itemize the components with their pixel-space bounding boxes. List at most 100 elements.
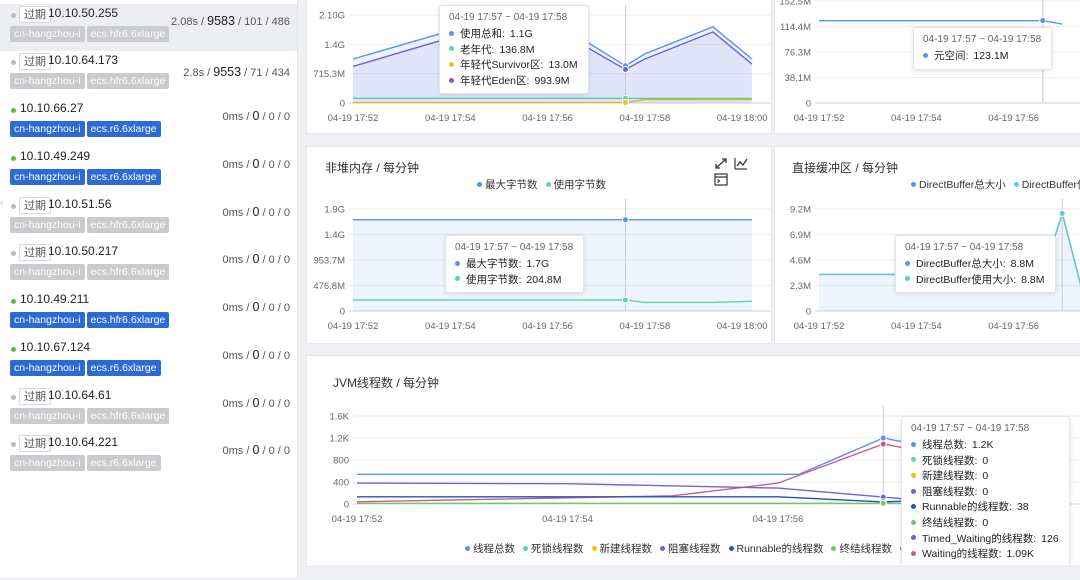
x-tick-label: 04-19 18:00 <box>717 321 768 332</box>
instance-tags: cn-hangzhou-i ecs.hfr6.6xlarge <box>10 217 171 233</box>
instance-tag: cn-hangzhou-i <box>10 73 85 89</box>
status-dot <box>11 204 16 209</box>
error-counts: / 0 / 0 <box>259 445 290 457</box>
heap-memory-panel: 0 715.3M 1.4G 2.10G 04-19 17:52 04-19 17:54 04… <box>306 0 772 134</box>
tooltip-value: 0 <box>982 516 989 529</box>
instance-item[interactable]: 过期 10.10.51.56 cn-hangzhou-i ecs.hfr6.6xlar… <box>0 195 297 242</box>
y-tick-label: 1.4G <box>324 40 345 51</box>
y-tick-label: 1.6K <box>329 412 349 423</box>
chart-toolbar <box>713 157 771 189</box>
instance-tag: cn-hangzhou-i <box>10 264 85 280</box>
tooltip-label: Timed_Waiting的线程数: <box>922 532 1037 545</box>
tooltip-label: Waiting的线程数: <box>922 548 1002 561</box>
instance-item[interactable]: 过期 10.10.64.173 cn-hangzhou-i ecs.hfr6.6xla… <box>0 51 297 98</box>
line-chart-icon[interactable] <box>733 157 749 171</box>
x-tick-label: 04-19 17:54 <box>891 113 942 124</box>
instance-stats: 0ms / 0 / 0 / 0 <box>223 442 290 459</box>
stats-separator: / <box>197 16 208 28</box>
instance-tag: ecs.r6.6xlarge <box>86 455 161 471</box>
tooltip-dot-icon <box>911 519 916 525</box>
status-dot <box>11 395 16 400</box>
instance-tag: ecs.r6.6xlarge <box>86 121 161 137</box>
instance-item[interactable]: 过期 10.10.50.217 cn-hangzhou-i ecs.hfr6.6xla… <box>0 242 297 289</box>
tooltip-row: 元空间: 123.1M <box>923 49 1041 65</box>
instance-list: ‹ 过期 10.10.50.255 cn-hangzhou-i ecs.hfr6.6x… <box>0 0 298 578</box>
instance-item[interactable]: 过期 10.10.64.61 cn-hangzhou-i ecs.hfr6.6xlar… <box>0 386 297 433</box>
tooltip-row: DirectBuffer使用大小: 8.8M <box>905 273 1045 289</box>
tooltip-label: 死锁线程数: <box>922 454 978 467</box>
legend-item[interactable]: 新建线程数 <box>591 541 652 556</box>
tooltip-row: 年轻代Eden区: 993.9M <box>449 74 578 90</box>
hover-marker <box>621 65 629 73</box>
x-tick-label: 04-19 17:52 <box>794 321 845 332</box>
tooltip-row: 新建线程数: 0 <box>911 469 1059 485</box>
legend-item[interactable]: Runnable的线程数 <box>728 541 823 556</box>
instance-stats: 0ms / 0 / 0 / 0 <box>223 204 290 221</box>
instance-ip: 10.10.64.173 <box>48 53 119 67</box>
instance-item[interactable]: 10.10.67.124 cn-hangzhou-i ecs.r6.6xlarge 0… <box>0 338 297 385</box>
error-counts: / 101 / 486 <box>234 16 290 28</box>
y-tick-label: 152.5M <box>779 0 811 8</box>
x-tick-label: 04-19 17:54 <box>891 321 942 332</box>
tooltip-label: 使用字节数: <box>466 273 522 286</box>
legend-item[interactable]: 线程总数 <box>465 541 515 556</box>
instance-item[interactable]: 过期 10.10.64.221 cn-hangzhou-i ecs.r6.6xlarg… <box>0 433 297 480</box>
y-tick-label: 2.10G <box>319 11 345 22</box>
response-time: 0ms <box>222 207 244 219</box>
response-time: 0ms <box>222 350 244 362</box>
expand-icon[interactable] <box>713 157 729 171</box>
instance-stats: 2.8s / 9553 / 71 / 434 <box>183 64 290 81</box>
hover-marker <box>621 296 629 304</box>
error-counts: / 0 / 0 <box>259 398 290 410</box>
legend-dot-icon <box>523 545 528 551</box>
legend-item[interactable]: DirectBuffer使用 <box>1013 177 1080 192</box>
x-tick-label: 04-19 17:56 <box>988 321 1039 332</box>
tooltip-label: 元空间: <box>934 50 969 62</box>
instance-tag: ecs.r6.6xlarge <box>86 360 161 376</box>
error-counts: / 0 / 0 <box>259 159 290 171</box>
response-time: 2.08s <box>171 16 198 28</box>
expired-badge: 过期 <box>19 244 51 261</box>
tooltip-dot-icon <box>911 550 916 556</box>
legend-dot-icon <box>1013 181 1019 187</box>
response-time: 0ms <box>222 398 244 410</box>
instance-ip: 10.10.50.217 <box>48 244 119 258</box>
tooltip-label: 终结线程数: <box>922 516 978 529</box>
instance-tag: ecs.hfr6.6xlarge <box>86 217 170 233</box>
series-line <box>357 496 926 503</box>
legend-item[interactable]: 死锁线程数 <box>523 541 584 556</box>
instance-stats: 0ms / 0 / 0 / 0 <box>223 347 290 364</box>
response-time: 0ms <box>222 445 244 457</box>
tooltip-row: Runnable的线程数: 38 <box>911 500 1059 516</box>
legend-label: 终结线程数 <box>839 543 892 555</box>
terminal-icon[interactable] <box>713 173 729 187</box>
error-counts: / 0 / 0 <box>259 207 290 219</box>
legend-dot-icon <box>911 181 916 187</box>
x-tick-label: 04-19 17:56 <box>522 321 573 332</box>
legend-item[interactable]: 使用字节数 <box>545 177 606 192</box>
instance-tag: ecs.r6.6xlarge <box>86 169 161 185</box>
instance-item[interactable]: 过期 10.10.50.255 cn-hangzhou-i ecs.hfr6.6xla… <box>0 4 297 51</box>
instance-tags: cn-hangzhou-i ecs.r6.6xlarge <box>10 360 163 376</box>
instance-item[interactable]: 10.10.49.249 cn-hangzhou-i ecs.r6.6xlarge 0… <box>0 147 297 194</box>
error-counts: / 0 / 0 <box>259 350 290 362</box>
legend-item[interactable]: 阻塞线程数 <box>660 541 721 556</box>
instance-tag: ecs.hfr6.6xlarge <box>86 264 170 280</box>
instance-tag: ecs.hfr6.6xlarge <box>86 312 170 328</box>
y-tick-label: 800 <box>333 456 349 467</box>
instance-tag: ecs.hfr6.6xlarge <box>86 408 170 424</box>
tooltip-label: 使用总和: <box>460 28 505 40</box>
instance-tag: cn-hangzhou-i <box>10 455 85 471</box>
instance-item[interactable]: 10.10.49.211 cn-hangzhou-i ecs.hfr6.6xlarg… <box>0 290 297 337</box>
instance-tags: cn-hangzhou-i ecs.hfr6.6xlarge <box>10 264 171 280</box>
legend-item[interactable]: 最大字节数 <box>477 177 538 192</box>
legend-item[interactable]: DirectBuffer总大小 <box>911 177 1006 192</box>
instance-ip: 10.10.51.56 <box>48 197 112 211</box>
legend-item[interactable]: 终结线程数 <box>831 541 892 556</box>
x-tick-label: 04-19 17:52 <box>332 514 383 525</box>
series-line <box>819 20 1063 25</box>
tooltip-label: 阻塞线程数: <box>922 485 978 498</box>
legend-label: DirectBuffer总大小 <box>919 179 1006 191</box>
instance-item[interactable]: 10.10.66.27 cn-hangzhou-i ecs.r6.6xlarge 0m… <box>0 99 297 146</box>
tooltip-dot-icon <box>911 441 916 447</box>
